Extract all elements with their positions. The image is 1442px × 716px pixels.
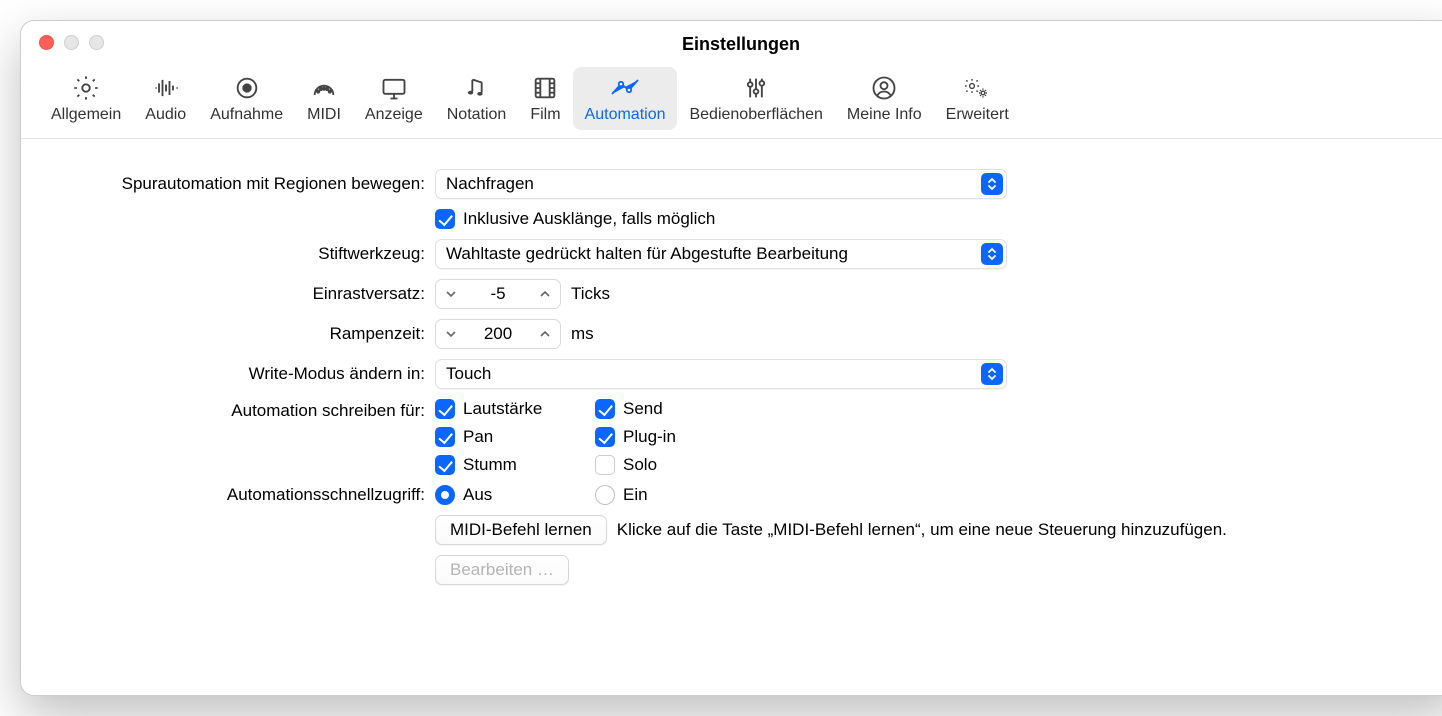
move-automation-popup[interactable]: Nachfragen	[435, 169, 1007, 199]
ramp-time-input[interactable]	[466, 323, 530, 345]
tab-film[interactable]: Film	[518, 67, 572, 130]
checkbox-icon	[435, 455, 455, 475]
snap-offset-label: Einrastversatz:	[47, 284, 435, 304]
gear-icon	[71, 73, 101, 103]
checkbox-label: Stumm	[463, 455, 517, 475]
checkbox-volume[interactable]: Lautstärke	[435, 399, 595, 419]
include-overhang-checkbox[interactable]: Inklusive Ausklänge, falls möglich	[435, 209, 715, 229]
zoom-window-button[interactable]	[89, 35, 104, 50]
checkbox-icon	[595, 455, 615, 475]
tab-audio[interactable]: Audio	[133, 67, 198, 130]
tab-label: Automation	[585, 106, 666, 124]
tab-aufnahme[interactable]: Aufnahme	[198, 67, 295, 130]
learn-midi-button[interactable]: MIDI-Befehl lernen	[435, 515, 607, 545]
display-icon	[379, 73, 409, 103]
pencil-tool-popup[interactable]: Wahltaste gedrückt halten für Abgestufte…	[435, 239, 1007, 269]
popup-chevrons-icon	[981, 173, 1003, 195]
checkbox-label: Lautstärke	[463, 399, 542, 419]
minimize-window-button[interactable]	[64, 35, 79, 50]
tab-label: Bedienoberflächen	[689, 106, 822, 124]
tab-notation[interactable]: Notation	[435, 67, 519, 130]
popup-chevrons-icon	[981, 363, 1003, 385]
tab-label: Film	[530, 106, 560, 124]
sliders-icon	[741, 73, 771, 103]
checkbox-label: Pan	[463, 427, 493, 447]
snap-offset-input[interactable]	[466, 283, 530, 305]
tab-label: Notation	[447, 106, 507, 124]
checkbox-send[interactable]: Send	[595, 399, 755, 419]
tab-meineinfo[interactable]: Meine Info	[835, 67, 934, 130]
automation-pane: Spurautomation mit Regionen bewegen: Nac…	[21, 139, 1442, 625]
snap-offset-unit: Ticks	[571, 284, 610, 304]
tab-anzeige[interactable]: Anzeige	[353, 67, 435, 130]
preferences-toolbar: Allgemein Audio Aufnahme MIDI Anzeige	[21, 67, 1442, 139]
write-automation-checkbox-grid: Lautstärke Send Pan Plug-in Stumm Solo	[435, 399, 755, 475]
checkbox-icon	[595, 427, 615, 447]
radio-label: Aus	[463, 485, 492, 505]
checkbox-solo[interactable]: Solo	[595, 455, 755, 475]
ramp-time-stepper[interactable]	[435, 319, 561, 349]
gears-icon	[962, 73, 992, 103]
checkbox-icon	[595, 399, 615, 419]
automation-icon	[610, 73, 640, 103]
popup-chevrons-icon	[981, 243, 1003, 265]
tab-label: MIDI	[307, 106, 341, 124]
audio-wave-icon	[151, 73, 181, 103]
checkbox-mute[interactable]: Stumm	[435, 455, 595, 475]
radio-label: Ein	[623, 485, 648, 505]
notation-icon	[462, 73, 492, 103]
checkbox-label: Plug-in	[623, 427, 676, 447]
person-icon	[869, 73, 899, 103]
tab-allgemein[interactable]: Allgemein	[39, 67, 133, 130]
ramp-time-unit: ms	[571, 324, 594, 344]
stepper-increment-icon[interactable]	[530, 320, 560, 348]
tab-erweitert[interactable]: Erweitert	[934, 67, 1021, 130]
write-mode-label: Write-Modus ändern in:	[47, 364, 435, 384]
write-automation-for-label: Automation schreiben für:	[47, 399, 435, 421]
window-title: Einstellungen	[21, 34, 1442, 55]
popup-value: Nachfragen	[446, 174, 534, 194]
checkbox-label: Send	[623, 399, 663, 419]
close-window-button[interactable]	[39, 35, 54, 50]
popup-value: Wahltaste gedrückt halten für Abgestufte…	[446, 244, 848, 264]
tab-label: Meine Info	[847, 106, 922, 124]
stepper-increment-icon[interactable]	[530, 280, 560, 308]
write-mode-popup[interactable]: Touch	[435, 359, 1007, 389]
tab-label: Erweitert	[946, 106, 1009, 124]
checkbox-icon	[435, 399, 455, 419]
radio-icon	[595, 485, 615, 505]
tab-bedienoberflaechen[interactable]: Bedienoberflächen	[677, 67, 834, 130]
tab-label: Audio	[145, 106, 186, 124]
tab-label: Allgemein	[51, 106, 121, 124]
tab-label: Anzeige	[365, 106, 423, 124]
pencil-tool-label: Stiftwerkzeug:	[47, 244, 435, 264]
snap-offset-stepper[interactable]	[435, 279, 561, 309]
record-icon	[232, 73, 262, 103]
window-controls	[39, 35, 104, 50]
preferences-window: Einstellungen Allgemein Audio Aufnahme	[20, 20, 1442, 696]
checkbox-pan[interactable]: Pan	[435, 427, 595, 447]
checkbox-icon	[435, 427, 455, 447]
film-icon	[530, 73, 560, 103]
quick-access-label: Automationsschnellzugriff:	[47, 485, 435, 505]
midi-icon	[309, 73, 339, 103]
learn-midi-hint: Klicke auf die Taste „MIDI-Befehl lernen…	[617, 520, 1227, 540]
checkbox-icon	[435, 209, 455, 229]
checkbox-label: Solo	[623, 455, 657, 475]
stepper-decrement-icon[interactable]	[436, 280, 466, 308]
edit-button[interactable]: Bearbeiten …	[435, 555, 569, 585]
tab-midi[interactable]: MIDI	[295, 67, 353, 130]
checkbox-plugin[interactable]: Plug-in	[595, 427, 755, 447]
radio-on[interactable]: Ein	[595, 485, 755, 505]
tab-automation[interactable]: Automation	[573, 67, 678, 130]
radio-off[interactable]: Aus	[435, 485, 595, 505]
ramp-time-label: Rampenzeit:	[47, 324, 435, 344]
checkbox-label: Inklusive Ausklänge, falls möglich	[463, 209, 715, 229]
stepper-decrement-icon[interactable]	[436, 320, 466, 348]
popup-value: Touch	[446, 364, 491, 384]
radio-icon	[435, 485, 455, 505]
move-automation-label: Spurautomation mit Regionen bewegen:	[47, 174, 435, 194]
tab-label: Aufnahme	[210, 106, 283, 124]
titlebar: Einstellungen	[21, 21, 1442, 67]
